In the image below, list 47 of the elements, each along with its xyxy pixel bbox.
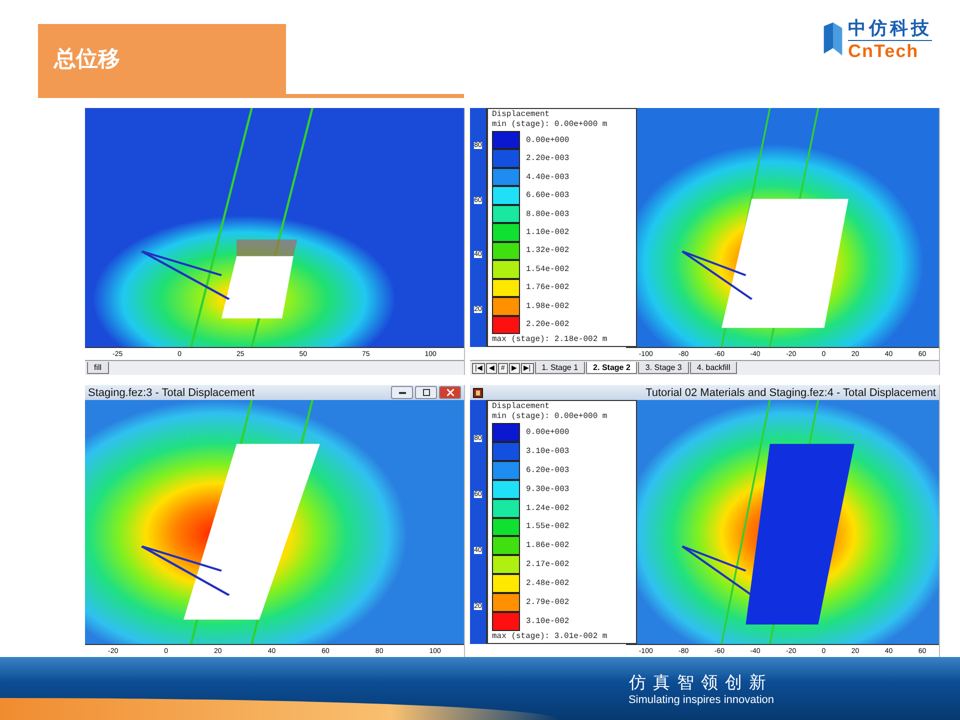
legend-value: 4.40e-003 [526, 172, 570, 182]
legend-min: min (stage): 0.00e+000 m [492, 412, 608, 422]
legend-value: 1.98e-002 [526, 302, 570, 311]
legend-value: 2.20e-003 [526, 154, 570, 164]
legend-value: 1.86e-002 [526, 541, 570, 550]
legend-title: Displacement [492, 402, 551, 412]
stage-tab[interactable]: 1. Stage 1 [534, 362, 586, 374]
window-title: Staging.fez:3 - Total Displacement [88, 386, 256, 398]
stage-tab[interactable]: 3. Stage 3 [638, 362, 689, 374]
legend-value: 2.48e-002 [526, 579, 570, 588]
legend-value: 1.55e-002 [526, 522, 570, 532]
legend-value: 6.20e-003 [526, 466, 570, 475]
legend-value: 6.60e-003 [526, 191, 570, 200]
legend-value: 2.79e-002 [526, 598, 570, 608]
slide-title: 总位移 [54, 46, 120, 74]
legend-value: 1.32e-002 [526, 246, 570, 256]
stage-tab[interactable]: fill [87, 362, 109, 374]
slogan-english: Simulating inspires innovation [628, 694, 774, 706]
legend-value: 2.17e-002 [526, 560, 570, 570]
stage-tab[interactable]: 2. Stage 2 [586, 362, 638, 374]
logo-english-name: CnTech [848, 41, 919, 62]
legend-value: 1.76e-002 [526, 283, 570, 292]
minimize-icon [398, 392, 406, 394]
close-button[interactable] [439, 386, 461, 399]
stage-tab[interactable]: 4. backfill [690, 362, 738, 374]
legend-value: 1.24e-002 [526, 504, 570, 513]
legend-max: max (stage): 2.18e-002 m [492, 335, 608, 345]
maximize-button[interactable] [415, 386, 437, 399]
close-icon [446, 389, 454, 396]
maximize-icon [422, 389, 430, 396]
legend-value: 9.30e-003 [526, 484, 570, 494]
logo-chinese-name: 中仿科技 [848, 16, 932, 41]
minimize-button[interactable] [391, 386, 413, 399]
app-icon [473, 388, 483, 398]
legend-value: 0.00e+000 [526, 136, 570, 145]
legend-value: 0.00e+000 [526, 428, 570, 437]
legend-value: 2.20e-002 [526, 320, 570, 330]
legend-value: 1.10e-002 [526, 228, 570, 237]
legend-min: min (stage): 0.00e+000 m [492, 120, 608, 130]
legend-title: Displacement [492, 110, 551, 120]
legend-value: 3.10e-002 [526, 617, 570, 626]
legend-value: 3.10e-003 [526, 446, 570, 456]
legend-value: 8.80e-003 [526, 210, 570, 219]
slogan: 仿真智领创新 [629, 672, 774, 694]
legend-max: max (stage): 3.01e-002 m [492, 632, 608, 642]
legend-value: 1.54e-002 [526, 264, 570, 274]
window-title: Tutorial 02 Materials and Staging.fez:4 - Total Displacement [644, 386, 936, 398]
